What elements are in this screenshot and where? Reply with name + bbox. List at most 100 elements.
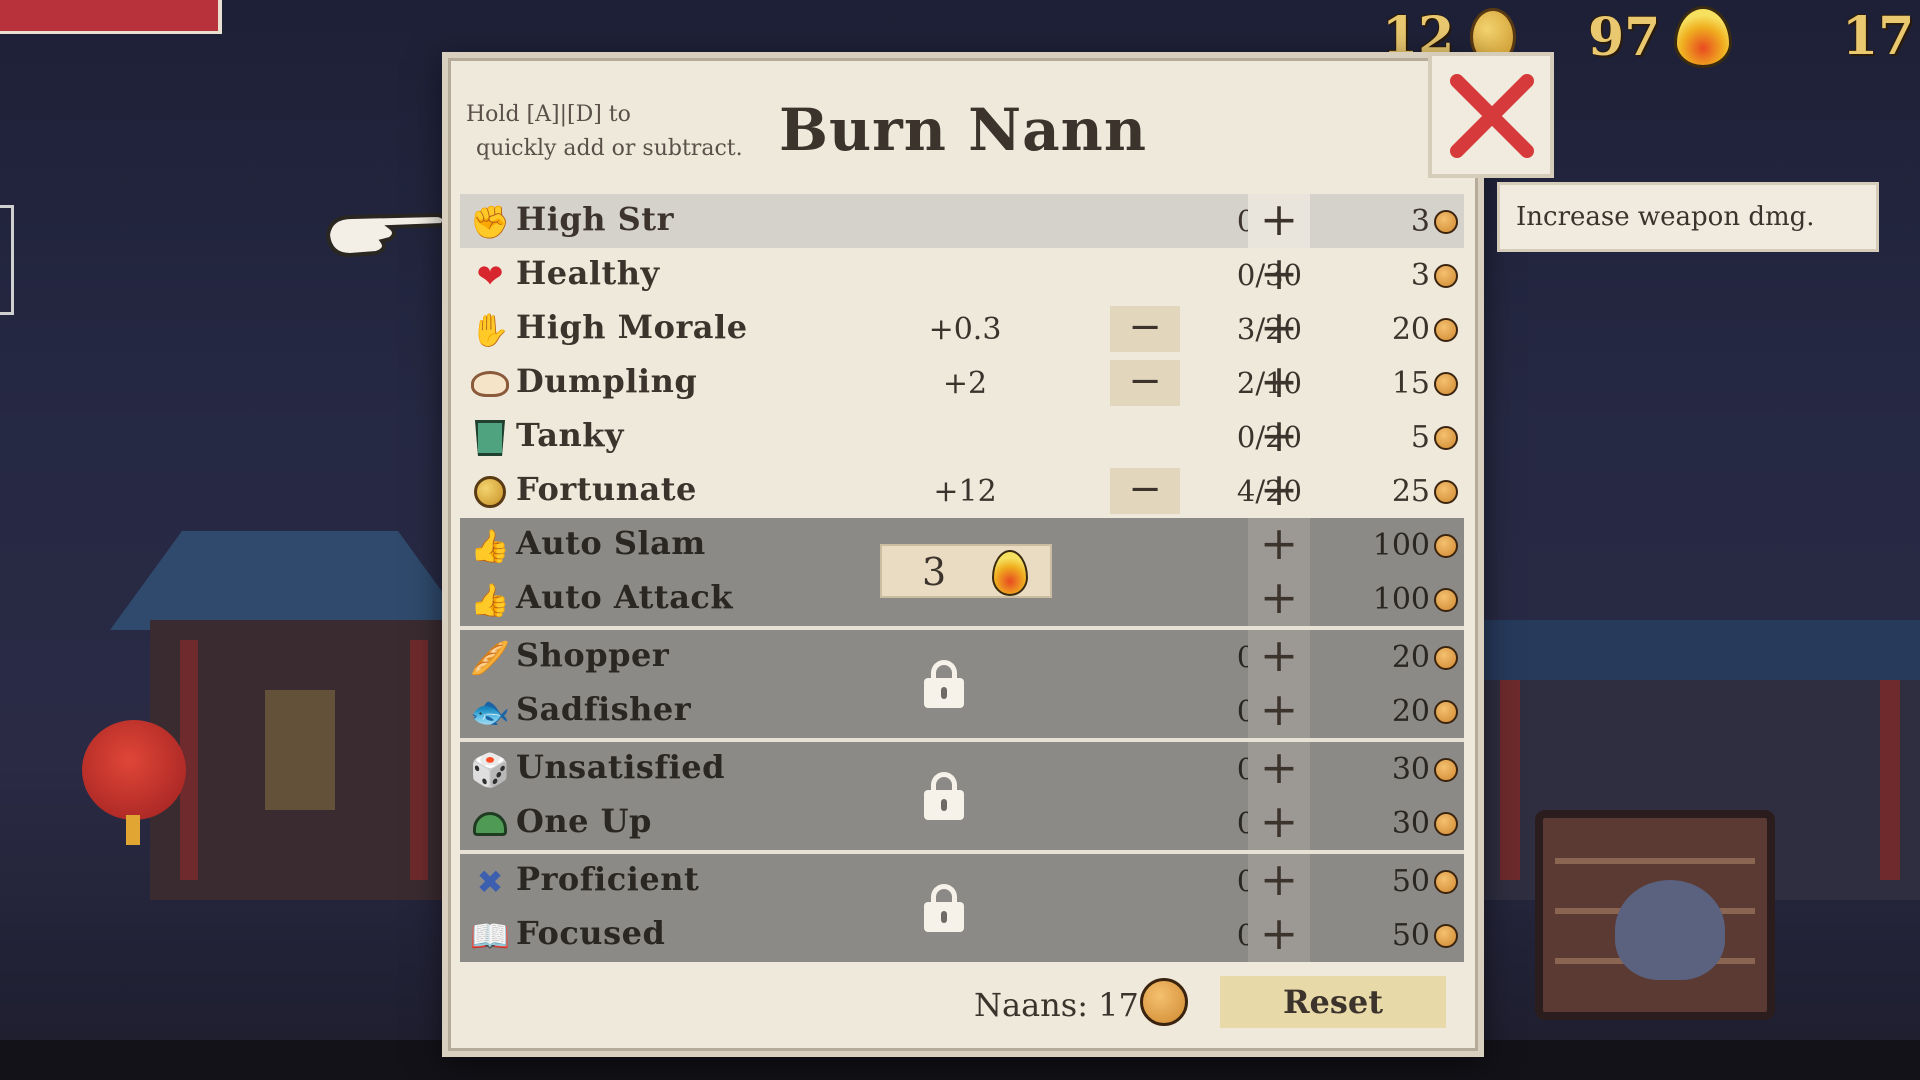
add-button[interactable]: +: [1248, 684, 1310, 738]
upgrade-name: Shopper: [516, 636, 670, 674]
upgrade-cost: 15: [1391, 366, 1430, 401]
lantern-tassel: [126, 815, 140, 845]
panel-title: Burn Nann: [778, 96, 1148, 164]
hud-naan-counter: 17: [1842, 6, 1914, 67]
shopkeeper-npc: [1615, 880, 1725, 980]
naan-coin-icon: [1140, 978, 1188, 1026]
cabinet-shelf: [1555, 858, 1755, 864]
naan-count: 17: [1842, 6, 1915, 67]
upgrade-cost: 30: [1391, 752, 1430, 787]
upgrade-cost: 5: [1410, 420, 1430, 455]
unlock-price-button[interactable]: 3: [880, 544, 1052, 598]
naan-coin-icon: [1434, 210, 1458, 234]
upgrade-cost: 20: [1391, 312, 1430, 347]
add-button[interactable]: +: [1248, 572, 1310, 626]
health-bar: [0, 0, 222, 34]
upgrade-row-tanky[interactable]: Tanky 0/20 + 5: [460, 410, 1464, 464]
upgrade-cost: 50: [1391, 918, 1430, 953]
subtract-button[interactable]: −: [1110, 360, 1180, 406]
subtract-button[interactable]: −: [1110, 468, 1180, 514]
upgrade-row-healthy[interactable]: ❤ Healthy 0/30 + 3: [460, 248, 1464, 302]
dumpling-icon: [470, 364, 510, 404]
shop-pillar: [1500, 680, 1520, 880]
gold-coins-icon: [470, 472, 510, 512]
add-button[interactable]: +: [1248, 796, 1310, 850]
upgrade-bonus: +2: [942, 366, 988, 401]
upgrade-row-dumpling[interactable]: Dumpling +2 − 2/10 + 15: [460, 356, 1464, 410]
thumb-hand-icon: 👍: [470, 581, 510, 619]
add-button[interactable]: +: [1248, 742, 1310, 796]
upgrade-panel: Hold [A]|[D] to quickly add or subtract.…: [442, 52, 1554, 1057]
upgrade-cost: 50: [1391, 864, 1430, 899]
naan-coin-icon: [1434, 534, 1458, 558]
add-button[interactable]: +: [1248, 302, 1310, 356]
add-button[interactable]: +: [1248, 194, 1310, 248]
pagoda-window: [265, 690, 335, 810]
upgrade-bonus: +0.3: [928, 312, 1002, 347]
upgrade-bonus: +12: [933, 474, 997, 509]
heart-icon: ❤: [476, 257, 504, 295]
upgrade-cost: 3: [1410, 204, 1430, 239]
naan-coin-icon: [1434, 646, 1458, 670]
add-button[interactable]: +: [1248, 410, 1310, 464]
upgrade-row-fortunate[interactable]: Fortunate +12 − 4/20 + 25: [460, 464, 1464, 518]
thumb-hand-icon: 👍: [470, 527, 510, 565]
naan-coin-icon: [1434, 318, 1458, 342]
add-button[interactable]: +: [1248, 248, 1310, 302]
naan-coin-icon: [1434, 426, 1458, 450]
hud-flame-counter: 97: [1588, 6, 1733, 68]
locked-upgrade-group: ✖ Proficient 0/10 + 50 📖 Focused 0/10 + …: [460, 850, 1464, 962]
upgrade-cost: 20: [1391, 640, 1430, 675]
upgrade-name: Dumpling: [516, 362, 698, 400]
add-button[interactable]: +: [1248, 518, 1310, 572]
upgrade-name: Healthy: [516, 254, 660, 292]
mushroom-icon: [470, 804, 510, 844]
unlock-price: 3: [922, 550, 947, 594]
add-button[interactable]: +: [1248, 356, 1310, 410]
reset-button[interactable]: Reset: [1220, 976, 1446, 1028]
upgrade-row-high-str[interactable]: ✊ High Str 0/30 + 3: [460, 194, 1464, 248]
upgrade-name: Sadfisher: [516, 690, 692, 728]
upgrade-name: Auto Attack: [516, 578, 734, 616]
pagoda-roof: [110, 531, 470, 630]
upgrade-name: Tanky: [516, 416, 625, 454]
subtract-button[interactable]: −: [1110, 306, 1180, 352]
sad-fish-icon: 🐟: [470, 693, 510, 731]
add-button[interactable]: +: [1248, 908, 1310, 962]
lock-icon: [924, 884, 964, 932]
upgrade-name: Proficient: [516, 860, 700, 898]
shopper-icon: 🥖: [470, 639, 510, 677]
locked-upgrade-group: 🥖 Shopper 0/10 + 20 🐟 Sadfisher 0/10 + 2…: [460, 626, 1464, 738]
naan-coin-icon: [1434, 812, 1458, 836]
close-button[interactable]: [1428, 52, 1554, 178]
upgrade-tooltip: Increase weapon dmg.: [1497, 182, 1879, 252]
add-button[interactable]: +: [1248, 464, 1310, 518]
crossed-arrows-icon: ✖: [476, 863, 504, 901]
fist-icon: ✊: [470, 203, 510, 241]
upgrade-cost: 100: [1372, 528, 1430, 563]
shop-pillar: [1880, 680, 1900, 880]
dice-icon: 🎲: [470, 751, 510, 789]
upgrade-name: Focused: [516, 914, 666, 952]
naan-coin-icon: [1434, 372, 1458, 396]
open-book-icon: 📖: [470, 917, 510, 955]
upgrade-cost: 20: [1391, 694, 1430, 729]
armor-icon: [470, 418, 510, 458]
locked-upgrade-group: 🎲 Unsatisfied 0/99 + 30 One Up 0/20 + 30: [460, 738, 1464, 850]
upgrade-name: High Str: [516, 200, 674, 238]
upgrade-list: ✊ High Str 0/30 + 3 ❤ Healthy 0/30 + 3 ✋…: [460, 194, 1464, 962]
flame-icon: [1674, 6, 1733, 68]
upgrade-cost: 30: [1391, 806, 1430, 841]
upgrade-cost: 3: [1410, 258, 1430, 293]
flame-icon: [992, 550, 1028, 596]
naan-coin-icon: [1434, 924, 1458, 948]
upgrade-row-high-morale[interactable]: ✋ High Morale +0.3 − 3/20 + 20: [460, 302, 1464, 356]
add-button[interactable]: +: [1248, 854, 1310, 908]
upgrade-name: Unsatisfied: [516, 748, 726, 786]
cheering-hand-icon: ✋: [470, 311, 510, 349]
naan-coin-icon: [1434, 588, 1458, 612]
add-button[interactable]: +: [1248, 630, 1310, 684]
lock-icon: [924, 772, 964, 820]
upgrade-cost: 100: [1372, 582, 1430, 617]
red-lantern: [82, 720, 186, 820]
